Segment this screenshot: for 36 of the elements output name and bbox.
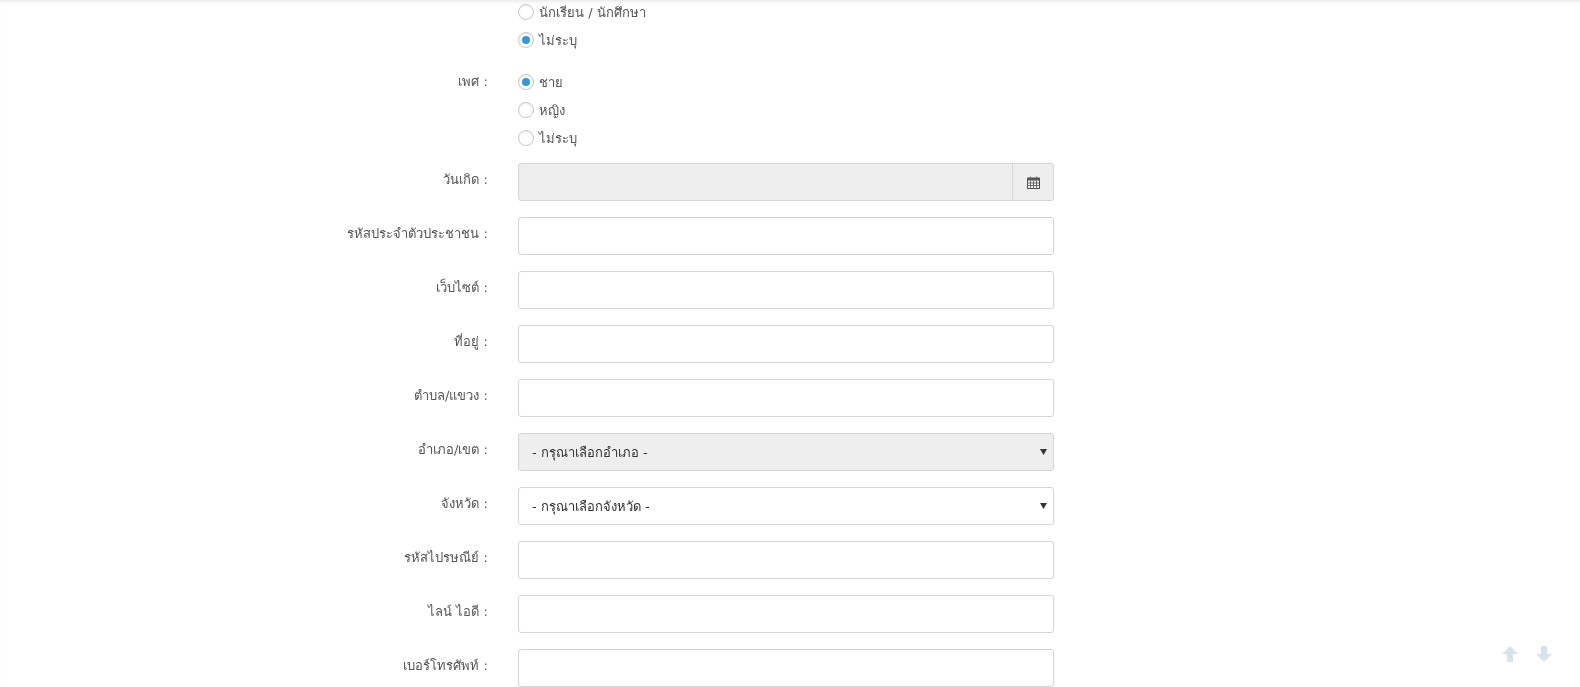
text-field[interactable]: [518, 541, 1054, 579]
scroll-down-button[interactable]: [1535, 645, 1553, 663]
radio-button[interactable]: [518, 74, 534, 90]
field-label: วันเกิด :: [442, 171, 488, 189]
field-label: เบอร์โทรศัพท์ :: [402, 657, 488, 675]
calendar-icon: [1026, 175, 1040, 189]
text-field[interactable]: [518, 217, 1054, 255]
field-label: เพศ :: [457, 73, 488, 91]
radio-button[interactable]: [518, 4, 534, 20]
radio-button[interactable]: [518, 32, 534, 48]
field-label: อำเภอ/เขต :: [417, 441, 488, 459]
option-label: หญิง: [539, 101, 565, 120]
dropdown[interactable]: - กรุณาเลือกจังหวัด -: [518, 487, 1054, 525]
text-field[interactable]: [518, 595, 1054, 633]
field-label: เว็บไซต์ :: [435, 277, 488, 297]
field-label: ที่อยู่ :: [453, 332, 488, 352]
radio-button[interactable]: [518, 130, 534, 146]
field-label: รหัสประจำตัวประชาชน :: [346, 225, 488, 243]
field-label: จังหวัด :: [440, 495, 488, 513]
field-label: รหัสไปรษณีย์ :: [403, 549, 488, 567]
text-field[interactable]: [518, 379, 1054, 417]
arrow-down-icon: [1535, 645, 1553, 663]
caret-icon: [1040, 449, 1047, 455]
caret-icon: [1040, 503, 1047, 509]
option-label: ไม่ระบุ: [539, 129, 577, 149]
text-field[interactable]: [518, 271, 1054, 309]
radio-button[interactable]: [518, 102, 534, 118]
field-label: ตำบล/แขวง :: [413, 387, 488, 405]
field-label: ไลน์ ไอดี :: [426, 603, 488, 621]
option-label: นักเรียน / นักศึกษา: [539, 3, 646, 22]
text-field[interactable]: [518, 325, 1054, 363]
option-label: ไม่ระบุ: [539, 31, 577, 51]
scroll-up-button[interactable]: [1501, 645, 1519, 663]
arrow-up-icon: [1501, 645, 1519, 663]
text-field[interactable]: [518, 649, 1054, 687]
option-label: ชาย: [539, 73, 563, 92]
